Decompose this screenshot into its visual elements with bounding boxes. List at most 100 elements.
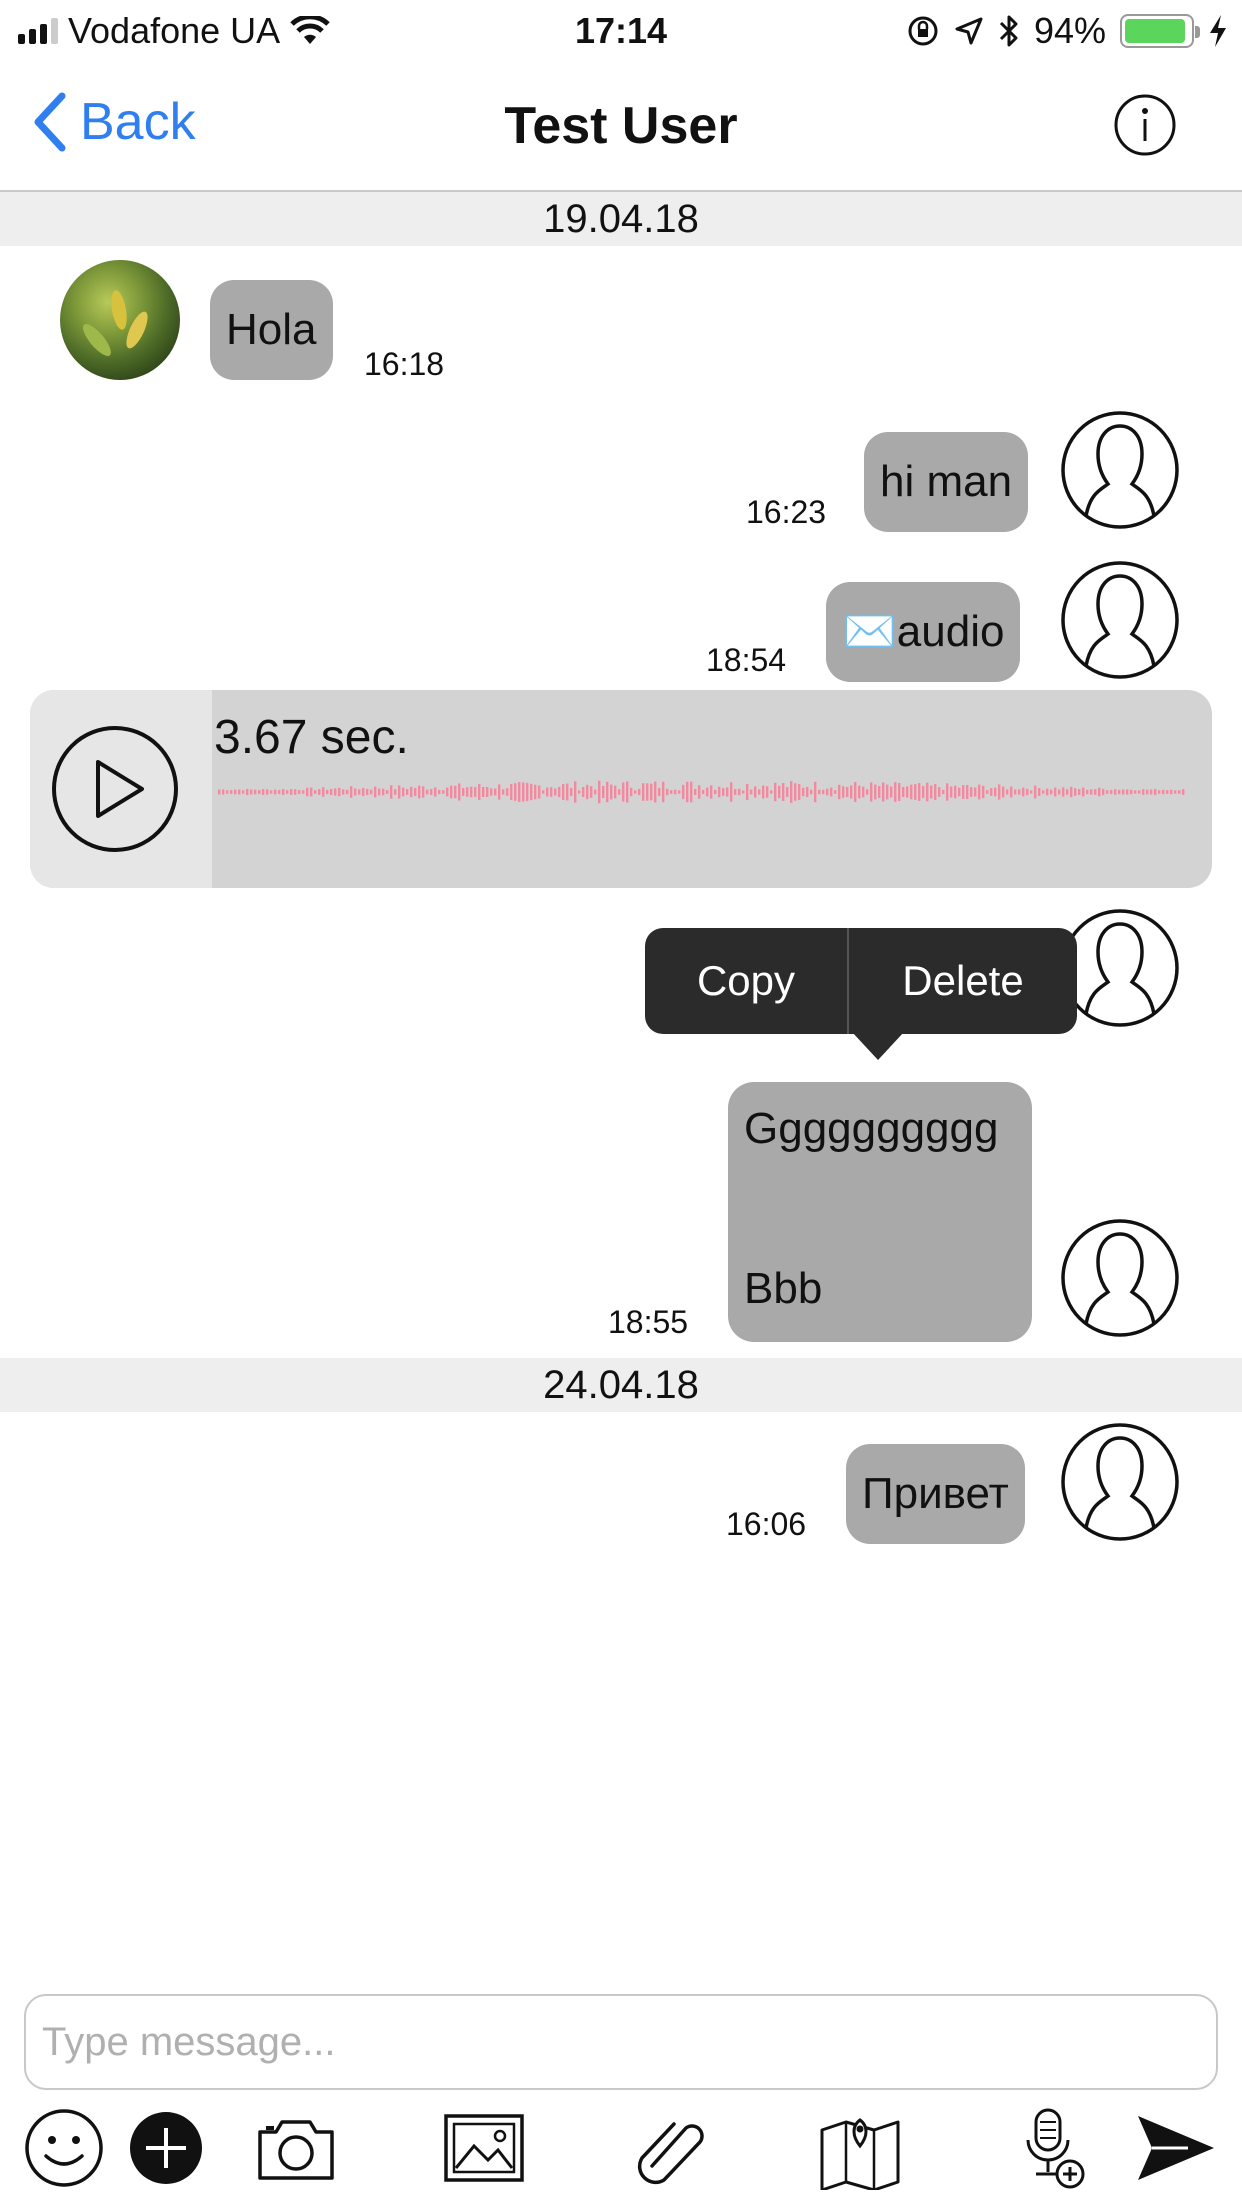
- waveform-bar: [774, 782, 777, 802]
- waveform-bar: [378, 788, 381, 796]
- camera-button[interactable]: [254, 2106, 338, 2190]
- waveform-bar: [442, 790, 445, 794]
- waveform-bar: [334, 788, 337, 796]
- waveform-bar: [326, 789, 329, 795]
- waveform-bar: [514, 783, 517, 801]
- waveform-bar: [1110, 790, 1113, 794]
- waveform-bar: [458, 783, 461, 801]
- waveform-bar: [270, 790, 273, 794]
- waveform-bar: [350, 786, 353, 798]
- date-separator: 19.04.18: [0, 192, 1242, 246]
- waveform-bar: [218, 789, 221, 795]
- user-avatar[interactable]: [1060, 1218, 1180, 1338]
- audio-player[interactable]: 3.67 sec.: [30, 690, 1212, 888]
- waveform-bar: [322, 787, 325, 797]
- waveform-bar: [526, 782, 529, 802]
- message-bubble[interactable]: ✉️audio: [826, 582, 1021, 682]
- waveform-bar: [362, 787, 365, 797]
- user-avatar[interactable]: [1060, 410, 1180, 530]
- waveform-bar: [906, 786, 909, 798]
- waveform-bar: [778, 785, 781, 799]
- user-avatar[interactable]: [1060, 560, 1180, 680]
- message-text: ✉️audio: [842, 607, 1005, 656]
- waveform-bar: [330, 788, 333, 796]
- waveform-bar: [810, 789, 813, 795]
- waveform-bar: [990, 788, 993, 796]
- waveform-bar: [498, 784, 501, 800]
- waveform-bar: [426, 789, 429, 795]
- waveform-bar: [1134, 790, 1137, 794]
- audio-waveform[interactable]: [216, 772, 1186, 812]
- waveform-bar: [1138, 790, 1141, 794]
- waveform-bar: [1142, 789, 1145, 795]
- waveform-bar: [510, 783, 513, 801]
- location-button[interactable]: [818, 2106, 902, 2190]
- message-bubble[interactable]: Gggggggggg Bbb: [728, 1082, 1032, 1342]
- info-button[interactable]: [1114, 94, 1176, 156]
- attachment-button[interactable]: [630, 2106, 714, 2190]
- waveform-bar: [518, 782, 521, 802]
- waveform-bar: [310, 787, 313, 797]
- waveform-bar: [414, 788, 417, 796]
- waveform-bar: [434, 787, 437, 797]
- waveform-bar: [610, 784, 613, 800]
- voice-record-button[interactable]: [1010, 2106, 1094, 2190]
- waveform-bar: [450, 785, 453, 799]
- waveform-bar: [1098, 787, 1101, 797]
- waveform-bar: [546, 787, 549, 797]
- add-button[interactable]: [124, 2106, 208, 2190]
- copy-menu-item[interactable]: Copy: [645, 928, 847, 1034]
- waveform-bar: [1054, 787, 1057, 797]
- waveform-bar: [674, 789, 677, 795]
- waveform-bar: [858, 785, 861, 799]
- contact-avatar[interactable]: [60, 260, 180, 380]
- waveform-bar: [306, 787, 309, 797]
- waveform-bar: [714, 789, 717, 795]
- waveform-bar: [866, 789, 869, 795]
- waveform-bar: [258, 789, 261, 795]
- user-avatar[interactable]: [1060, 1422, 1180, 1542]
- waveform-bar: [226, 790, 229, 794]
- waveform-bar: [522, 782, 525, 802]
- waveform-bar: [974, 787, 977, 797]
- waveform-bar: [1006, 789, 1009, 795]
- emoji-button[interactable]: [22, 2106, 106, 2190]
- waveform-bar: [338, 787, 341, 797]
- message-bubble[interactable]: Привет: [846, 1444, 1025, 1544]
- send-button[interactable]: [1134, 2106, 1218, 2190]
- message-line: Gggggggggg: [744, 1104, 999, 1153]
- waveform-bar: [710, 785, 713, 799]
- waveform-bar: [942, 789, 945, 795]
- waveform-bar: [1146, 789, 1149, 795]
- waveform-bar: [826, 788, 829, 796]
- waveform-bar: [1030, 790, 1033, 794]
- waveform-bar: [830, 787, 833, 797]
- user-avatar[interactable]: [1060, 908, 1180, 1028]
- message-bubble[interactable]: Hola: [210, 280, 333, 380]
- waveform-bar: [242, 790, 245, 794]
- waveform-bar: [478, 783, 481, 801]
- waveform-bar: [274, 789, 277, 795]
- waveform-bar: [870, 782, 873, 802]
- waveform-bar: [742, 790, 745, 794]
- waveform-bar: [1042, 790, 1045, 794]
- delete-menu-item[interactable]: Delete: [849, 928, 1077, 1034]
- waveform-bar: [1106, 790, 1109, 794]
- waveform-bar: [726, 787, 729, 797]
- waveform-bar: [1086, 789, 1089, 795]
- waveform-bar: [1038, 787, 1041, 797]
- status-bar-right: 94%: [906, 10, 1228, 52]
- play-button[interactable]: [50, 724, 180, 854]
- waveform-bar: [298, 790, 301, 794]
- emoji-icon: [25, 2109, 103, 2187]
- waveform-bar: [354, 788, 357, 796]
- waveform-bar: [790, 781, 793, 803]
- message-bubble[interactable]: hi man: [864, 432, 1029, 532]
- waveform-bar: [278, 790, 281, 794]
- waveform-bar: [682, 784, 685, 800]
- waveform-bar: [1130, 789, 1133, 795]
- waveform-bar: [346, 789, 349, 795]
- waveform-bar: [1014, 789, 1017, 795]
- message-input[interactable]: [24, 1994, 1218, 2090]
- gallery-button[interactable]: [442, 2106, 526, 2190]
